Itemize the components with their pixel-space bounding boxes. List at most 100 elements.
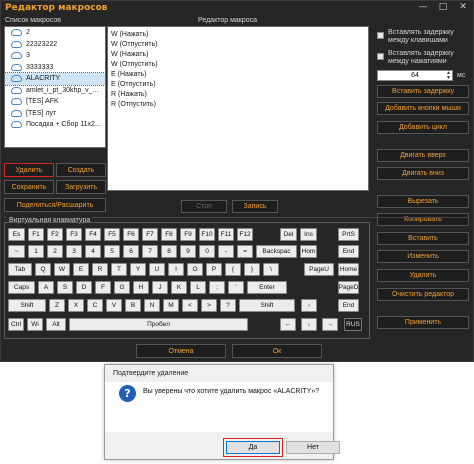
space-key[interactable]: Пробел bbox=[69, 318, 248, 331]
key-caps[interactable]: Caps bbox=[8, 281, 35, 294]
macro-editor[interactable]: W (Нажать) W (Отпустить) W (Нажать) W (Отпу… bbox=[107, 26, 369, 191]
key-pageu[interactable]: PageU bbox=[304, 263, 334, 276]
key-q[interactable]: Q bbox=[35, 263, 51, 276]
equals-key[interactable]: = bbox=[237, 245, 253, 258]
move-down-button[interactable]: Двигать вниз bbox=[377, 167, 469, 180]
add-mouse-buttons-button[interactable]: Добавить кнопки мыши bbox=[377, 102, 469, 115]
key-hom[interactable]: Hom bbox=[300, 245, 317, 258]
key-r[interactable]: R bbox=[92, 263, 108, 276]
maximize-icon[interactable]: □ bbox=[437, 2, 449, 12]
delete-macro-button[interactable]: Удалить bbox=[4, 163, 54, 177]
key-x[interactable]: X bbox=[68, 299, 84, 312]
backslash-key[interactable]: \ bbox=[263, 263, 279, 276]
macro-list-item[interactable]: amlet_i_pt_30khp_v_... bbox=[5, 85, 105, 97]
less-than-key[interactable]: < bbox=[182, 299, 198, 312]
key-3[interactable]: 3 bbox=[66, 245, 82, 258]
load-macro-button[interactable]: Загрузить bbox=[56, 180, 106, 194]
edit-button[interactable]: Изменить bbox=[377, 250, 469, 263]
key-paged[interactable]: PageD bbox=[338, 281, 359, 294]
key-enter[interactable]: Enter bbox=[247, 281, 287, 294]
key-y[interactable]: Y bbox=[130, 263, 146, 276]
macro-list-item[interactable]: [TES] лут bbox=[5, 108, 105, 120]
delete-button[interactable]: Удалить bbox=[377, 269, 469, 282]
record-button[interactable]: Запись bbox=[232, 200, 278, 213]
key-5[interactable]: 5 bbox=[104, 245, 120, 258]
key-1[interactable]: 1 bbox=[28, 245, 44, 258]
no-button[interactable]: Нет bbox=[286, 441, 340, 454]
save-macro-button[interactable]: Сохранить bbox=[4, 180, 54, 194]
cut-button[interactable]: Вырезать bbox=[377, 195, 469, 208]
down-arrow-key[interactable]: ↓ bbox=[301, 318, 317, 331]
editor-line[interactable]: W (Отпустить) bbox=[111, 40, 365, 50]
stop-button[interactable]: Стоп bbox=[181, 200, 227, 213]
create-macro-button[interactable]: Создать bbox=[56, 163, 106, 177]
key-shift[interactable]: Shift bbox=[8, 299, 46, 312]
editor-line[interactable]: W (Нажать) bbox=[111, 50, 365, 60]
open-brace-key[interactable]: { bbox=[225, 263, 241, 276]
delay-value-input[interactable]: 64 ▲ ▼ bbox=[377, 70, 453, 81]
key-s[interactable]: S bbox=[57, 281, 73, 294]
key-j[interactable]: J bbox=[152, 281, 168, 294]
right-arrow-key[interactable]: → bbox=[322, 318, 338, 331]
question-key[interactable]: ? bbox=[220, 299, 236, 312]
key-v[interactable]: V bbox=[106, 299, 122, 312]
key-home[interactable]: Home bbox=[338, 263, 359, 276]
key-prts[interactable]: PrtS bbox=[338, 228, 359, 241]
key-d[interactable]: D bbox=[76, 281, 92, 294]
key-tab[interactable]: Tab bbox=[8, 263, 32, 276]
macro-list-item[interactable]: 22323222 bbox=[5, 39, 105, 51]
up-arrow-key[interactable]: ↑ bbox=[301, 299, 317, 312]
key-alt[interactable]: Alt bbox=[46, 318, 66, 331]
apply-button[interactable]: Применить bbox=[377, 316, 469, 329]
key-f5[interactable]: F5 bbox=[104, 228, 120, 241]
key-l[interactable]: L bbox=[190, 281, 206, 294]
left-arrow-key[interactable]: ← bbox=[280, 318, 296, 331]
editor-line[interactable]: R (Нажать) bbox=[111, 90, 365, 100]
key-wi[interactable]: Wi bbox=[27, 318, 43, 331]
key-g[interactable]: G bbox=[114, 281, 130, 294]
editor-line[interactable]: W (Нажать) bbox=[111, 30, 365, 40]
key-f4[interactable]: F4 bbox=[85, 228, 101, 241]
key-m[interactable]: M bbox=[163, 299, 179, 312]
macro-list[interactable]: 2 22323222 3 3333333 ALACRITY amlet_i_pt_30kh… bbox=[4, 26, 106, 148]
key-f3[interactable]: F3 bbox=[66, 228, 82, 241]
close-brace-key[interactable]: } bbox=[244, 263, 260, 276]
move-up-button[interactable]: Двигать вверх bbox=[377, 149, 469, 162]
key-es[interactable]: Es bbox=[8, 228, 25, 241]
key-shift[interactable]: Shift bbox=[239, 299, 295, 312]
key-a[interactable]: A bbox=[38, 281, 54, 294]
delay-press-checkbox[interactable] bbox=[377, 53, 384, 60]
share-macro-button[interactable]: Поделиться/Расшарить bbox=[4, 198, 106, 212]
insert-delay-button[interactable]: Вставить задержку bbox=[377, 85, 469, 98]
key-w[interactable]: W bbox=[54, 263, 70, 276]
key-7[interactable]: 7 bbox=[142, 245, 158, 258]
key-u[interactable]: U bbox=[149, 263, 165, 276]
key-2[interactable]: 2 bbox=[47, 245, 63, 258]
key-b[interactable]: B bbox=[125, 299, 141, 312]
minus-key[interactable]: - bbox=[218, 245, 234, 258]
macro-list-item[interactable]: ALACRITY bbox=[5, 72, 105, 86]
key-8[interactable]: 8 bbox=[161, 245, 177, 258]
key-n[interactable]: N bbox=[144, 299, 160, 312]
language-key[interactable]: RUS bbox=[344, 318, 362, 331]
macro-list-item[interactable]: [TES] AFK bbox=[5, 96, 105, 108]
key-f6[interactable]: F6 bbox=[123, 228, 139, 241]
key-h[interactable]: H bbox=[133, 281, 149, 294]
editor-line[interactable]: E (Нажать) bbox=[111, 70, 365, 80]
key-i[interactable]: I bbox=[168, 263, 184, 276]
add-loop-button[interactable]: Добавить цикл bbox=[377, 121, 469, 134]
tilde-key[interactable]: ~ bbox=[8, 245, 25, 258]
spinner-arrows-icon[interactable]: ▲ ▼ bbox=[446, 71, 451, 81]
macro-list-item[interactable]: 3 bbox=[5, 50, 105, 62]
key-end[interactable]: End bbox=[338, 299, 359, 312]
macro-list-item[interactable]: 3333333 bbox=[5, 62, 105, 74]
key-backspac[interactable]: Backspac bbox=[256, 245, 297, 258]
key-e[interactable]: E bbox=[73, 263, 89, 276]
key-f11[interactable]: F11 bbox=[218, 228, 234, 241]
paste-button[interactable]: Вставить bbox=[377, 232, 469, 245]
ok-button[interactable]: Ок bbox=[232, 344, 322, 358]
key-f8[interactable]: F8 bbox=[161, 228, 177, 241]
key-6[interactable]: 6 bbox=[123, 245, 139, 258]
key-p[interactable]: P bbox=[206, 263, 222, 276]
key-f[interactable]: F bbox=[95, 281, 111, 294]
